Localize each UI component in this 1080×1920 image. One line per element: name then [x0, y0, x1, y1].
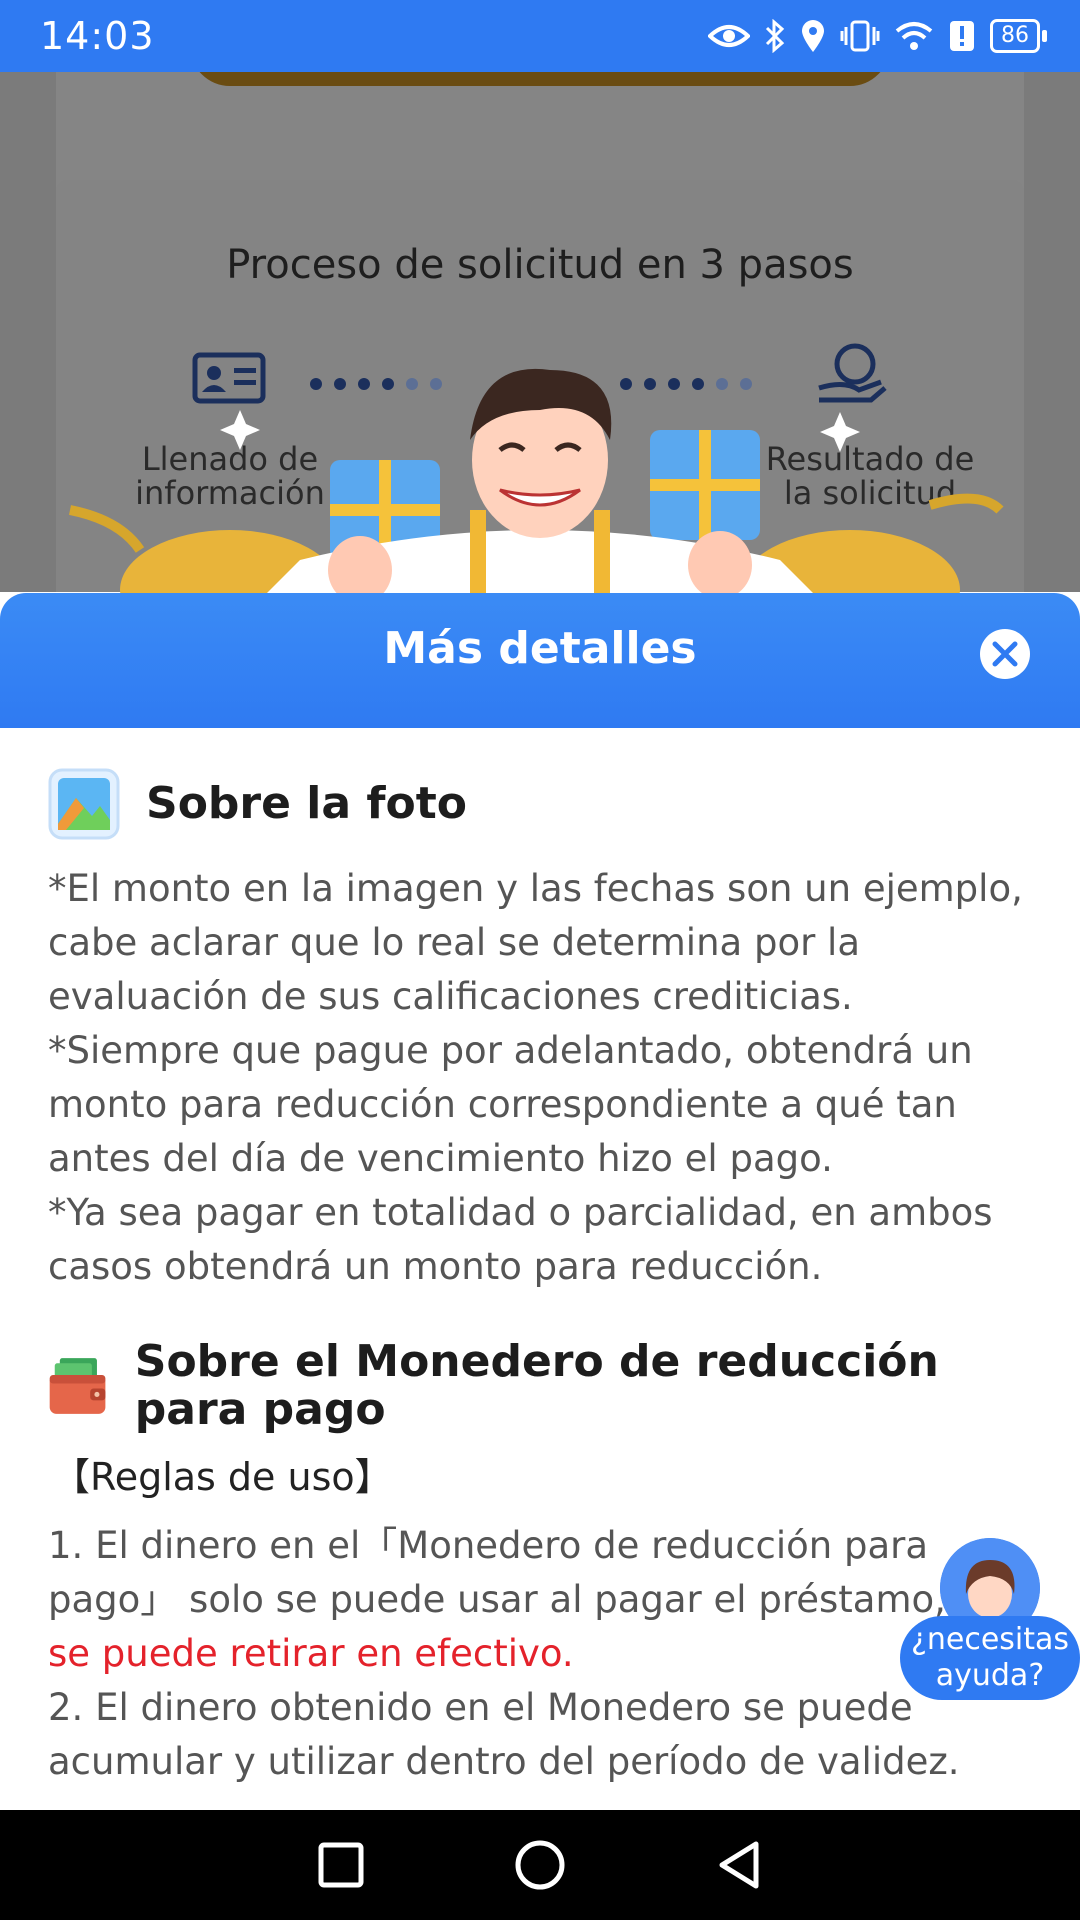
status-icons: 86 — [708, 19, 1047, 53]
modal-header: Más detalles — [0, 593, 1080, 728]
rule-2: 2. El dinero obtenido en el Monedero se … — [48, 1686, 960, 1783]
section-photo-paragraph: *Siempre que pague por adelantado, obten… — [48, 1029, 973, 1180]
status-bar: 14:03 86 — [0, 0, 1080, 72]
modal-title: Más detalles — [383, 623, 697, 674]
bluetooth-icon — [765, 19, 785, 53]
help-chat-button[interactable]: ¿necesitas ayuda? — [900, 1538, 1080, 1700]
battery-icon: 86 — [990, 19, 1047, 53]
status-time: 14:03 — [40, 14, 155, 58]
rule-1-text: 1. El dinero en el「Monedero de reducción… — [48, 1524, 946, 1621]
wallet-icon — [49, 1358, 106, 1414]
section-wallet-header: Sobre el Monedero de reducción para pago — [48, 1338, 1038, 1434]
section-wallet-title: Sobre el Monedero de reducción para pago — [134, 1336, 939, 1435]
close-button[interactable] — [980, 629, 1030, 679]
alert-icon — [950, 21, 974, 51]
location-icon — [802, 20, 824, 52]
section-photo-paragraph: *El monto en la imagen y las fechas son … — [48, 867, 1023, 1018]
wifi-icon — [895, 22, 933, 50]
background-button — [190, 72, 890, 86]
vibrate-icon — [840, 20, 880, 52]
back-nav-icon[interactable] — [716, 1840, 762, 1890]
system-nav-bar — [0, 1810, 1080, 1920]
photo-icon — [48, 768, 120, 840]
circle-nav-icon[interactable] — [514, 1839, 566, 1891]
promo-illustration — [68, 368, 1004, 600]
section-photo-header: Sobre la foto — [48, 768, 1038, 840]
section-photo: Sobre la foto *El monto en la imagen y l… — [48, 768, 1038, 1294]
square-nav-icon[interactable] — [318, 1842, 364, 1888]
eye-icon — [708, 25, 750, 47]
section-wallet: Sobre el Monedero de reducción para pago… — [48, 1338, 1038, 1789]
rule-1: 1. El dinero en el「Monedero de reducción… — [48, 1519, 1038, 1681]
close-icon — [992, 641, 1018, 667]
section-photo-paragraph: *Ya sea pagar en totalidad o parcialidad… — [48, 1191, 993, 1288]
rules-title: 【Reglas de uso】 — [52, 1455, 393, 1499]
section-photo-title: Sobre la foto — [146, 778, 467, 829]
steps-title: Proceso de solicitud en 3 pasos — [226, 242, 854, 288]
help-label: ¿necesitas ayuda? — [900, 1616, 1080, 1700]
